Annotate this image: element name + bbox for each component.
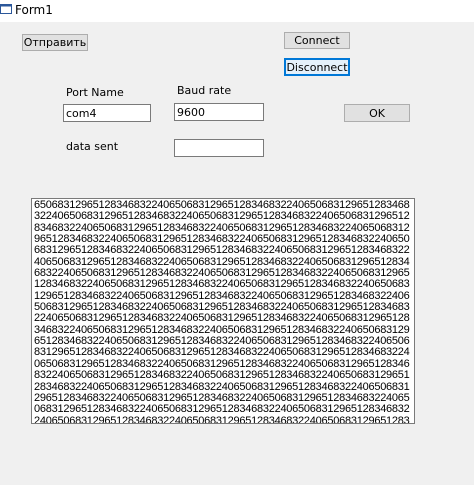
data-sent-label: data sent bbox=[66, 140, 119, 153]
window-title: Form1 bbox=[15, 3, 53, 17]
baud-rate-label: Baud rate bbox=[177, 84, 232, 97]
app-window-icon bbox=[0, 4, 12, 14]
send-button[interactable]: Отправить bbox=[22, 34, 88, 51]
window-bottom-edge bbox=[0, 480, 474, 485]
data-sent-input[interactable] bbox=[174, 139, 264, 157]
port-name-input[interactable] bbox=[63, 104, 151, 122]
disconnect-button[interactable]: Disconnect bbox=[284, 58, 350, 76]
baud-rate-input[interactable] bbox=[174, 103, 264, 121]
connect-button[interactable]: Connect bbox=[284, 32, 350, 49]
title-bar[interactable]: Form1 bbox=[0, 0, 474, 22]
ok-button[interactable]: OK bbox=[344, 104, 410, 122]
received-data-textbox[interactable]: 6506831296512834683224065068312965128346… bbox=[31, 198, 415, 424]
port-name-label: Port Name bbox=[66, 86, 124, 99]
